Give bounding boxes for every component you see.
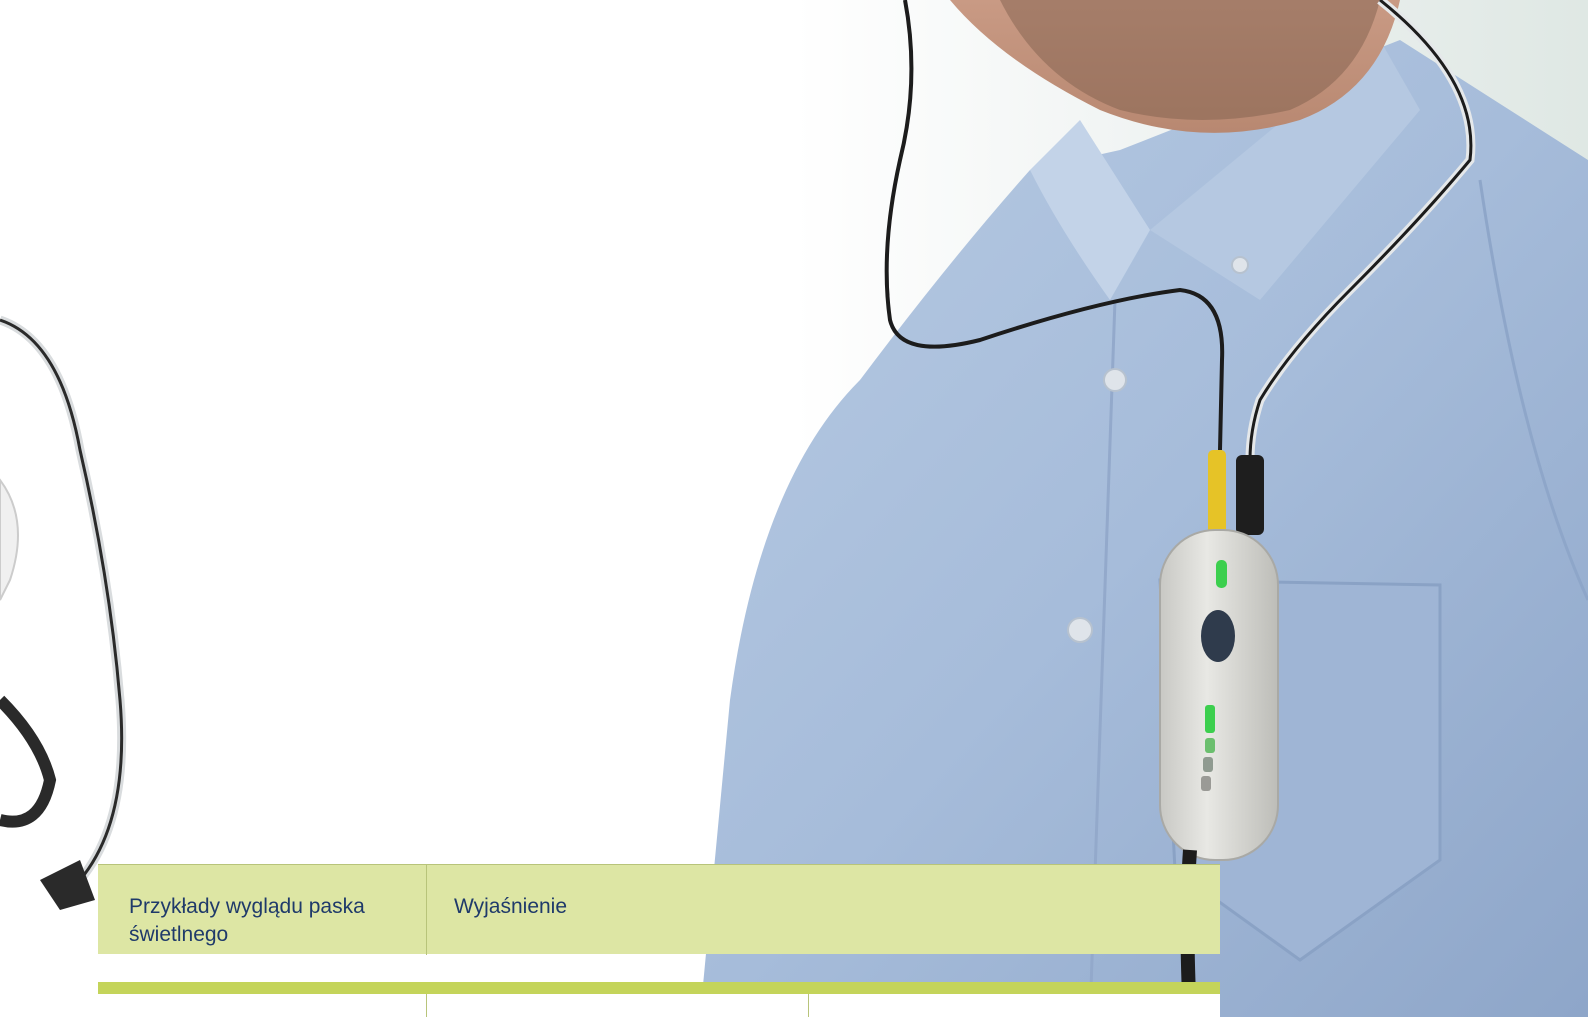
table-row: [98, 994, 1220, 1017]
document-page: Przykłady wyglądu paska świetlnego Wyjaś…: [0, 0, 1588, 1017]
column-divider: [808, 994, 809, 1017]
yellow-connector: [1208, 450, 1226, 535]
table-header-row: Przykłady wyglądu paska świetlnego Wyjaś…: [98, 864, 1220, 955]
header-light-bar-examples: Przykłady wyglądu paska świetlnego: [129, 895, 365, 946]
light-bar-table: Przykłady wyglądu paska świetlnego Wyjaś…: [98, 864, 1220, 1017]
table-accent-rule: [98, 982, 1220, 994]
header-explanation: Wyjaśnienie: [454, 895, 568, 918]
header-divider: [426, 865, 427, 955]
spacer-cell-left: [98, 954, 426, 982]
spacer-cell-middle: [427, 954, 662, 982]
monitoring-device-icon: [1159, 529, 1279, 861]
table-spacer-row: [98, 954, 1220, 982]
column-divider: [426, 994, 427, 1017]
